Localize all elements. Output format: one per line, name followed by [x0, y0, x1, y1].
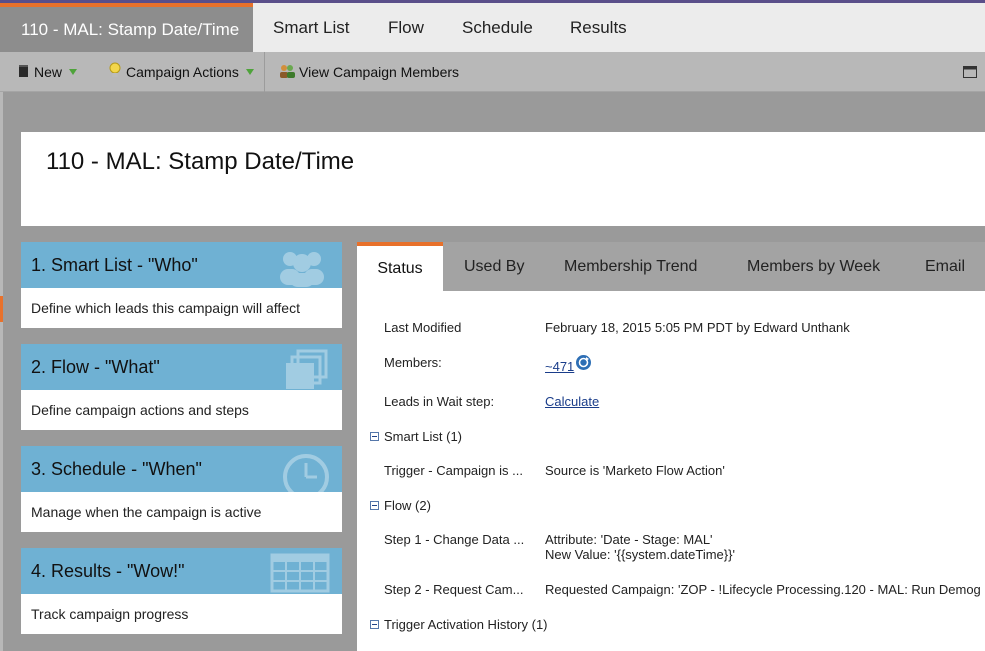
- trigger-history-section[interactable]: Trigger Activation History (1): [370, 617, 548, 632]
- collapse-icon[interactable]: [370, 432, 379, 441]
- step1-label: Step 1 - Change Data ...: [384, 532, 525, 547]
- step1-value-line1: Attribute: 'Date - Stage: MAL': [545, 532, 713, 547]
- members-value-group: ~471: [545, 354, 592, 374]
- card-title: 1. Smart List - "Who": [31, 254, 198, 275]
- view-campaign-members-button[interactable]: View Campaign Members: [279, 52, 459, 92]
- card-header: 2. Flow - "What": [21, 344, 342, 390]
- tab-results[interactable]: Results: [570, 3, 627, 52]
- step2-value: Requested Campaign: 'ZOP - !Lifecycle Pr…: [545, 582, 981, 597]
- card-header: 1. Smart List - "Who": [21, 242, 342, 288]
- gutter-marker: [0, 296, 3, 322]
- tab-status[interactable]: Status: [357, 242, 443, 291]
- card-description: Define which leads this campaign will af…: [31, 300, 300, 316]
- chevron-down-icon: [69, 69, 78, 75]
- detail-tab-bar: Status Used By Membership Trend Members …: [357, 242, 985, 291]
- toolbar: New Campaign Actions View Campaign Membe…: [0, 52, 985, 92]
- step1-value-line2: New Value: '{{system.dateTime}}': [545, 547, 735, 562]
- new-label: New: [34, 64, 63, 80]
- card-header: 4. Results - "Wow!": [21, 548, 342, 594]
- campaign-header: 110 - MAL: Stamp Date/Time: [21, 132, 985, 226]
- page-title: 110 - MAL: Stamp Date/Time: [46, 148, 355, 175]
- tab-flow[interactable]: Flow: [388, 3, 424, 52]
- view-campaign-members-label: View Campaign Members: [299, 64, 460, 80]
- tab-members-by-week[interactable]: Members by Week: [747, 242, 880, 291]
- collapse-icon[interactable]: [370, 620, 379, 629]
- last-modified-value: February 18, 2015 5:05 PM PDT by Edward …: [545, 320, 850, 335]
- members-count-link[interactable]: ~471: [545, 359, 574, 374]
- calendar-grid-icon: [270, 553, 330, 594]
- members-label: Members:: [384, 355, 442, 370]
- collapse-icon[interactable]: [370, 501, 379, 510]
- card-flow[interactable]: 2. Flow - "What" Define campaign actions…: [21, 344, 342, 430]
- tab-used-by[interactable]: Used By: [464, 242, 524, 291]
- section-label: Flow (2): [384, 498, 431, 513]
- new-document-icon: [18, 64, 29, 81]
- lightbulb-icon: [108, 62, 122, 82]
- leads-in-wait-value: Calculate: [545, 394, 599, 409]
- smart-list-section[interactable]: Smart List (1): [370, 429, 462, 444]
- tab-campaign-summary[interactable]: 110 - MAL: Stamp Date/Time: [0, 3, 253, 52]
- left-gutter: [0, 92, 3, 651]
- flow-section[interactable]: Flow (2): [370, 498, 431, 513]
- card-schedule[interactable]: 3. Schedule - "When" Manage when the cam…: [21, 446, 342, 532]
- stack-icon: [280, 349, 330, 390]
- members-icon: [279, 63, 296, 82]
- card-description: Manage when the campaign is active: [31, 504, 262, 520]
- last-modified-label: Last Modified: [384, 320, 462, 335]
- card-title: 2. Flow - "What": [31, 356, 160, 377]
- campaign-actions-button[interactable]: Campaign Actions: [108, 52, 254, 92]
- card-header: 3. Schedule - "When": [21, 446, 342, 492]
- calculate-link[interactable]: Calculate: [545, 394, 599, 409]
- card-description: Track campaign progress: [31, 606, 189, 622]
- step2-label: Step 2 - Request Cam...: [384, 582, 524, 597]
- tab-membership-trend[interactable]: Membership Trend: [564, 242, 697, 291]
- campaign-tab-bar: 110 - MAL: Stamp Date/Time Smart List Fl…: [0, 3, 985, 52]
- refresh-icon[interactable]: [575, 354, 592, 374]
- card-title: 3. Schedule - "When": [31, 458, 202, 479]
- campaign-detail-panel: Status Used By Membership Trend Members …: [357, 242, 985, 651]
- section-label: Smart List (1): [384, 429, 463, 444]
- toolbar-divider: [264, 52, 265, 92]
- clock-icon: [280, 451, 330, 492]
- card-smart-list[interactable]: 1. Smart List - "Who" Define which leads…: [21, 242, 342, 328]
- card-description: Define campaign actions and steps: [31, 402, 249, 418]
- campaign-actions-label: Campaign Actions: [126, 64, 239, 80]
- section-label: Trigger Activation History (1): [384, 617, 548, 632]
- card-results[interactable]: 4. Results - "Wow!" Track campaign progr…: [21, 548, 342, 634]
- people-icon: [274, 247, 330, 288]
- new-button[interactable]: New: [18, 52, 78, 92]
- card-title: 4. Results - "Wow!": [31, 560, 185, 581]
- maximize-icon[interactable]: [963, 52, 977, 92]
- tab-schedule[interactable]: Schedule: [462, 3, 533, 52]
- tab-smart-list[interactable]: Smart List: [273, 3, 350, 52]
- trigger-label: Trigger - Campaign is ...: [384, 463, 523, 478]
- chevron-down-icon: [245, 69, 254, 75]
- tab-email[interactable]: Email: [925, 242, 965, 291]
- leads-in-wait-label: Leads in Wait step:: [384, 394, 495, 409]
- trigger-value: Source is 'Marketo Flow Action': [545, 463, 725, 478]
